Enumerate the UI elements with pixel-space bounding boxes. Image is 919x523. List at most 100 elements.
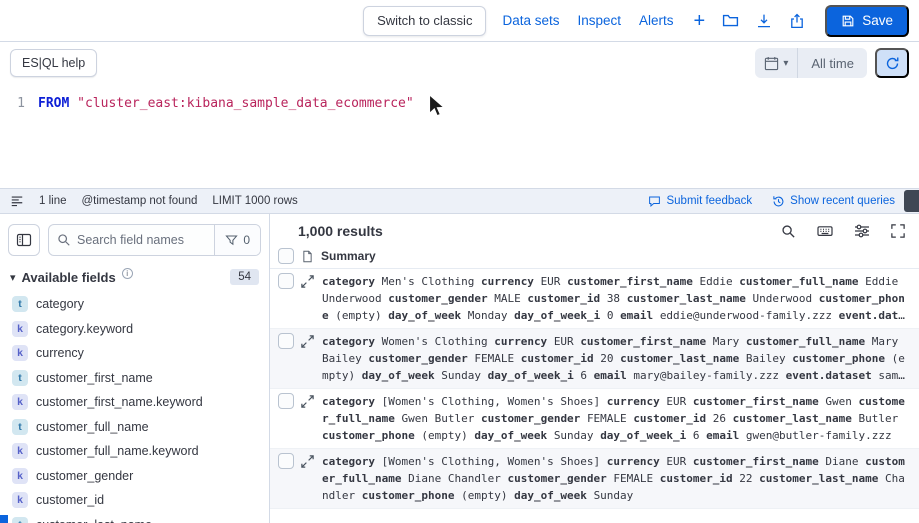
topnav-link-inspect[interactable]: Inspect: [577, 13, 621, 28]
field-list-item[interactable]: t category: [8, 292, 261, 317]
field-list-item[interactable]: t customer_full_name: [8, 415, 261, 440]
field-filter-button[interactable]: 0: [214, 225, 260, 255]
field-type-icon: t: [12, 418, 28, 435]
refresh-query-button[interactable]: [875, 48, 909, 78]
keyboard-shortcuts-icon[interactable]: [817, 223, 833, 239]
field-type-icon: k: [12, 467, 28, 484]
calendar-icon: [764, 56, 779, 71]
select-all-checkbox[interactable]: [278, 248, 294, 264]
field-type-icon: t: [12, 296, 28, 313]
esql-help-button[interactable]: ES|QL help: [10, 49, 98, 77]
expand-row-icon[interactable]: [300, 334, 316, 350]
field-type-icon: t: [12, 369, 28, 386]
query-source-string: "cluster_east:kibana_sample_data_ecommer…: [77, 96, 414, 111]
field-type-icon: k: [12, 443, 28, 460]
show-recent-queries-label: Show recent queries: [790, 195, 895, 207]
collapse-sidebar-button[interactable]: [8, 224, 40, 256]
download-icon[interactable]: [756, 13, 772, 29]
save-icon: [841, 14, 855, 28]
info-icon[interactable]: i: [121, 268, 133, 279]
search-icon: [49, 233, 77, 247]
super-date-picker: ▾ All time: [755, 48, 867, 78]
save-button[interactable]: Save: [825, 4, 909, 37]
results-panel: 1,000 results Summary category Men's Clo…: [270, 214, 919, 523]
editor-line-count: 1 line: [39, 195, 67, 207]
editor-line-number: 1: [17, 96, 25, 111]
row-checkbox[interactable]: [278, 333, 294, 349]
field-name: currency: [36, 346, 84, 361]
editor-lines-icon[interactable]: [10, 194, 24, 208]
field-count-badge: 54: [230, 269, 259, 285]
sidebar-top-row: 0: [8, 224, 261, 256]
field-list-item[interactable]: k customer_gender: [8, 464, 261, 489]
doc-summary: category Women's Clothing currency EUR c…: [322, 335, 905, 382]
field-name: customer_last_name: [36, 518, 152, 523]
share-icon[interactable]: [789, 13, 805, 29]
timestamp-status: @timestamp not found: [81, 195, 198, 207]
doc-summary: category Men's Clothing currency EUR cus…: [322, 275, 905, 322]
expand-row-icon[interactable]: [300, 454, 316, 470]
field-name: customer_first_name.keyword: [36, 395, 203, 410]
results-body: category Men's Clothing currency EUR cus…: [270, 269, 919, 523]
field-list-item[interactable]: k currency: [8, 341, 261, 366]
time-range-value[interactable]: All time: [798, 48, 867, 78]
limit-rows-setting[interactable]: LIMIT 1000 rows: [212, 195, 297, 207]
submit-feedback-label: Submit feedback: [666, 195, 753, 207]
expand-row-icon[interactable]: [300, 394, 316, 410]
table-row: category Women's Clothing currency EUR c…: [270, 329, 919, 389]
topnav-link-data-sets[interactable]: Data sets: [502, 13, 559, 28]
fullscreen-icon[interactable]: [891, 224, 905, 238]
row-checkbox[interactable]: [278, 273, 294, 289]
topnav-links: Data sets Inspect Alerts: [502, 13, 673, 28]
field-list-item[interactable]: t customer_first_name: [8, 366, 261, 391]
field-type-icon: t: [12, 516, 28, 523]
field-list-item[interactable]: k customer_first_name.keyword: [8, 390, 261, 415]
field-search: 0: [48, 224, 261, 256]
chevron-down-icon[interactable]: ▾: [10, 271, 16, 284]
summary-column-header: Summary: [270, 245, 919, 269]
row-checkbox[interactable]: [278, 393, 294, 409]
expand-row-icon[interactable]: [300, 274, 316, 290]
add-icon[interactable]: +: [694, 11, 706, 31]
doc-summary: category [Women's Clothing, Women's Shoe…: [322, 395, 905, 442]
search-field-names-input[interactable]: [77, 233, 215, 247]
field-list-item[interactable]: k customer_id: [8, 488, 261, 513]
query-bar: ES|QL help ▾ All time: [0, 42, 919, 84]
results-count: 1,000 results: [298, 223, 383, 239]
folder-icon[interactable]: [722, 12, 739, 29]
chevron-down-icon: ▾: [783, 57, 789, 69]
doc-summary: category [Women's Clothing, Women's Shoe…: [322, 455, 905, 502]
top-navbar: Switch to classic Data sets Inspect Alerts…: [0, 0, 919, 42]
show-recent-queries-link[interactable]: Show recent queries: [772, 195, 895, 208]
field-list-item[interactable]: t customer_last_name: [8, 513, 261, 523]
field-list-item[interactable]: k customer_full_name.keyword: [8, 439, 261, 464]
field-name: category: [36, 297, 84, 312]
field-name: customer_full_name.keyword: [36, 444, 199, 459]
row-checkbox[interactable]: [278, 453, 294, 469]
app: Switch to classic Data sets Inspect Alerts…: [0, 0, 919, 523]
main-area: 0 ▾ Available fields i 54 t category k c…: [0, 214, 919, 523]
editor-code-line: FROM "cluster_east:kibana_sample_data_ec…: [38, 84, 414, 188]
table-row: category Men's Clothing currency EUR cus…: [270, 269, 919, 329]
query-keyword: FROM: [38, 96, 70, 111]
calendar-dropdown-button[interactable]: ▾: [755, 48, 799, 78]
search-in-table-icon[interactable]: [781, 224, 796, 239]
results-header: 1,000 results: [270, 214, 919, 245]
editor-footer: 1 line @timestamp not found LIMIT 1000 r…: [0, 188, 919, 214]
summary-column-label: Summary: [321, 249, 376, 263]
results-toolbar: [781, 223, 905, 239]
switch-to-classic-button[interactable]: Switch to classic: [363, 5, 487, 36]
submit-feedback-link[interactable]: Submit feedback: [648, 195, 752, 208]
esql-editor[interactable]: 1 FROM "cluster_east:kibana_sample_data_…: [0, 84, 919, 188]
field-type-icon: k: [12, 345, 28, 362]
display-options-icon[interactable]: [854, 223, 870, 239]
feedback-bubble-icon: [648, 195, 661, 208]
topnav-link-alerts[interactable]: Alerts: [639, 13, 674, 28]
clock-history-icon: [772, 195, 785, 208]
fields-sidebar: 0 ▾ Available fields i 54 t category k c…: [0, 214, 270, 523]
save-button-label: Save: [862, 13, 893, 28]
mouse-cursor: [424, 93, 450, 119]
field-list-item[interactable]: k category.keyword: [8, 317, 261, 342]
editor-resize-handle[interactable]: [904, 190, 919, 212]
editor-footer-links: Submit feedback Show recent queries: [648, 195, 919, 208]
